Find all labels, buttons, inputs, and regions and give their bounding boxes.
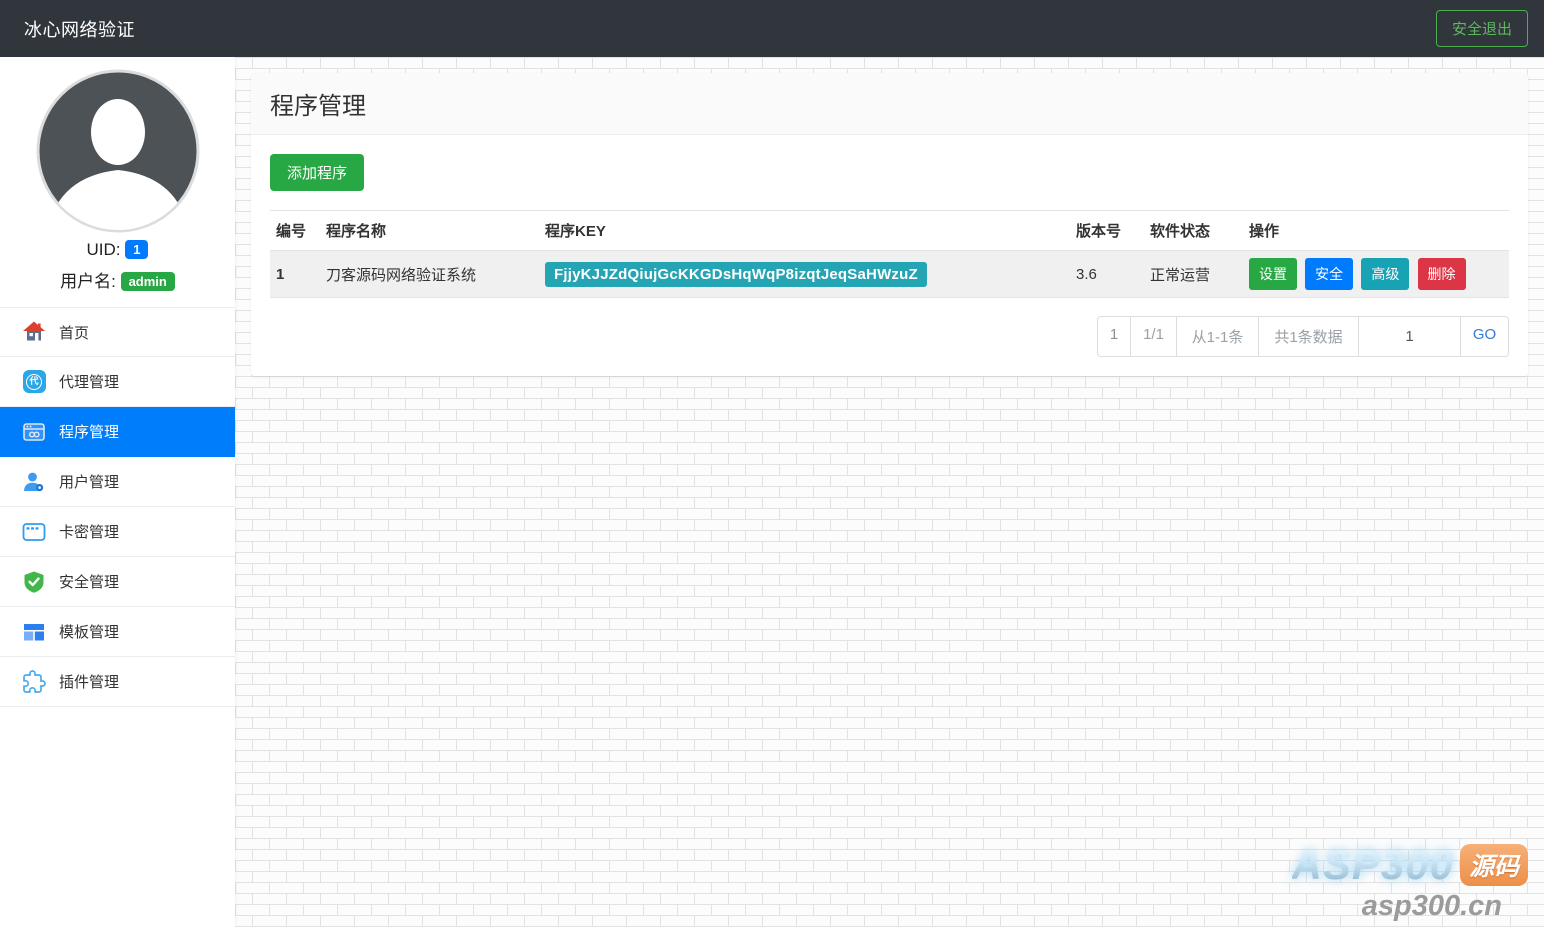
sidebar-item-label: 安全管理 — [59, 571, 119, 592]
watermark-badge: 源码 — [1460, 844, 1528, 886]
programs-table: 编号 程序名称 程序KEY 版本号 软件状态 操作 1 刀客源码网络验证系统 — [270, 210, 1509, 298]
pagination-row: 1 1/1 从1-1条 共1条数据 GO — [270, 316, 1509, 357]
sidebar-item-cardkeys[interactable]: 卡密管理 — [0, 507, 235, 557]
col-header-actions: 操作 — [1243, 211, 1509, 251]
cell-version: 3.6 — [1070, 251, 1144, 298]
sidebar-item-label: 模板管理 — [59, 621, 119, 642]
card-key-icon — [22, 520, 46, 544]
sidebar-menu: 首页 代 代理管理 — [0, 307, 235, 707]
go-button[interactable]: GO — [1460, 317, 1508, 356]
sidebar-item-label: 程序管理 — [59, 421, 119, 442]
watermark-domain: asp300.cn — [1292, 890, 1502, 923]
col-header-id: 编号 — [270, 211, 320, 251]
sidebar-item-templates[interactable]: 模板管理 — [0, 607, 235, 657]
sidebar-item-label: 插件管理 — [59, 671, 119, 692]
uid-row: UID: 1 — [0, 240, 235, 260]
topbar: 冰心网络验证 安全退出 — [0, 0, 1544, 57]
sidebar-item-label: 代理管理 — [59, 371, 119, 392]
user-gear-icon — [22, 470, 46, 494]
page-jump-input[interactable] — [1358, 317, 1460, 356]
home-icon — [22, 320, 46, 344]
sidebar-item-label: 用户管理 — [59, 471, 119, 492]
cell-actions: 设置 安全 高级 删除 — [1243, 251, 1509, 298]
cell-status: 正常运营 — [1144, 251, 1243, 298]
sidebar-item-users[interactable]: 用户管理 — [0, 457, 235, 507]
avatar — [0, 57, 235, 233]
cell-program-name: 刀客源码网络验证系统 — [320, 251, 539, 298]
page-of-total: 1/1 — [1130, 317, 1176, 356]
col-header-version: 版本号 — [1070, 211, 1144, 251]
table-row: 1 刀客源码网络验证系统 FjjyKJJZdQiujGcKKGDsHqWqP8i… — [270, 251, 1509, 298]
delete-button[interactable]: 删除 — [1418, 258, 1466, 290]
panel-body: 添加程序 编号 程序名称 程序KEY 版本号 软件状态 操作 — [251, 135, 1528, 376]
uid-badge: 1 — [125, 240, 148, 259]
cell-program-key: FjjyKJJZdQiujGcKKGDsHqWqP8izqtJeqSaHWzuZ — [539, 251, 1070, 298]
username-badge: admin — [121, 272, 175, 291]
col-header-status: 软件状态 — [1144, 211, 1243, 251]
sidebar: UID: 1 用户名: admin 首页 — [0, 57, 235, 927]
watermark-brand: ASP300 — [1292, 841, 1454, 889]
program-panel: 程序管理 添加程序 编号 程序名称 程序KEY 版本号 — [251, 73, 1528, 376]
settings-button[interactable]: 设置 — [1249, 258, 1297, 290]
agent-icon: 代 — [22, 370, 46, 394]
page-number-link[interactable]: 1 — [1098, 317, 1130, 356]
shield-check-icon — [22, 570, 46, 594]
sidebar-item-programs[interactable]: 程序管理 — [0, 407, 235, 457]
sidebar-item-agents[interactable]: 代 代理管理 — [0, 357, 235, 407]
sidebar-item-home[interactable]: 首页 — [0, 307, 235, 357]
page-title: 程序管理 — [270, 86, 1509, 121]
sidebar-item-security[interactable]: 安全管理 — [0, 557, 235, 607]
main-content: 程序管理 添加程序 编号 程序名称 程序KEY 版本号 — [235, 57, 1544, 927]
security-button[interactable]: 安全 — [1305, 258, 1353, 290]
logout-button[interactable]: 安全退出 — [1436, 10, 1528, 47]
template-layout-icon — [22, 620, 46, 644]
sidebar-item-plugins[interactable]: 插件管理 — [0, 657, 235, 707]
app-title: 冰心网络验证 — [24, 16, 135, 42]
col-header-name: 程序名称 — [320, 211, 539, 251]
records-range: 从1-1条 — [1176, 317, 1258, 356]
uid-label: UID: — [87, 240, 121, 259]
col-header-key: 程序KEY — [539, 211, 1070, 251]
avatar-image — [36, 69, 200, 233]
puzzle-icon — [22, 670, 46, 694]
add-program-button[interactable]: 添加程序 — [270, 154, 364, 191]
sidebar-item-label: 首页 — [59, 322, 89, 343]
watermark: ASP300 源码 asp300.cn — [1292, 841, 1528, 923]
advanced-button[interactable]: 高级 — [1361, 258, 1409, 290]
pagination: 1 1/1 从1-1条 共1条数据 GO — [1097, 316, 1509, 357]
cell-id: 1 — [270, 251, 320, 298]
program-key-badge: FjjyKJJZdQiujGcKKGDsHqWqP8izqtJeqSaHWzuZ — [545, 262, 927, 287]
sidebar-item-label: 卡密管理 — [59, 521, 119, 542]
records-total: 共1条数据 — [1258, 317, 1358, 356]
panel-header: 程序管理 — [251, 73, 1528, 135]
program-window-icon — [22, 420, 46, 444]
table-header-row: 编号 程序名称 程序KEY 版本号 软件状态 操作 — [270, 211, 1509, 251]
username-label: 用户名: — [60, 272, 116, 291]
username-row: 用户名: admin — [0, 267, 235, 292]
